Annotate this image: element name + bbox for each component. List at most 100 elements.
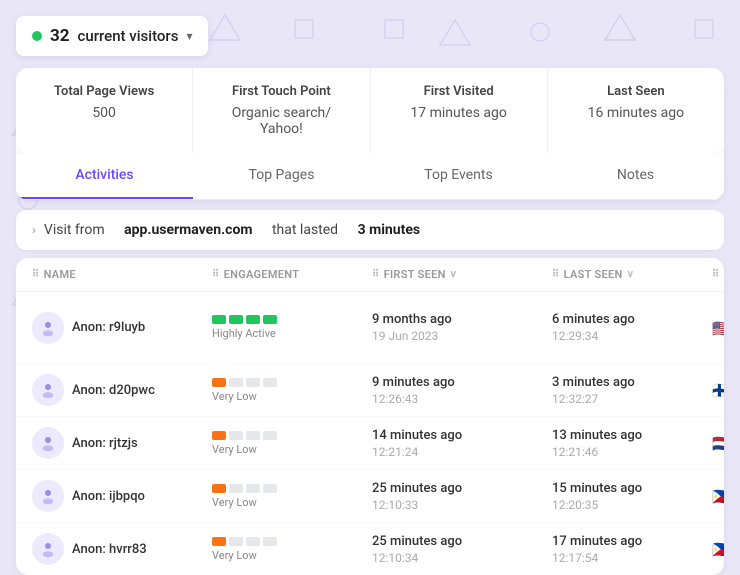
stat-value-last-seen: 16 minutes ago bbox=[568, 105, 704, 121]
country-flag: 🇵🇭 bbox=[712, 489, 724, 503]
visit-middle: that lasted bbox=[272, 222, 338, 238]
stat-label-first-visited: First Visited bbox=[391, 84, 527, 99]
tab-activities[interactable]: Activities bbox=[16, 153, 193, 199]
last-seen-absolute: 12:21:46 bbox=[552, 445, 712, 459]
country-flag: 🇵🇭 bbox=[712, 542, 724, 556]
stat-total-page-views: Total Page Views 500 bbox=[16, 68, 193, 153]
first-seen-relative: 25 minutes ago bbox=[372, 534, 552, 549]
last-seen-relative: 6 minutes ago bbox=[552, 312, 712, 327]
avatar-anon-ijbpqo bbox=[32, 480, 64, 512]
stat-first-visited: First Visited 17 minutes ago bbox=[371, 68, 548, 153]
cell-engagement-anon-hvrr83: Very Low bbox=[212, 537, 372, 562]
stats-row: Total Page Views 500 First Touch Point O… bbox=[16, 68, 724, 153]
visit-duration: 3 minutes bbox=[358, 222, 421, 238]
sort-arrow-last-seen: ∨ bbox=[627, 269, 635, 280]
table-body: Anon: r9luyb Highly Active 9 months ago … bbox=[16, 292, 724, 575]
bar-1 bbox=[212, 431, 226, 440]
visitors-badge[interactable]: 32 current visitors ▾ bbox=[16, 16, 208, 56]
users-table: ⠿ NAME ⠿ ENGAGEMENT ⠿ FIRST SEEN ∨ ⠿ LAS… bbox=[16, 258, 724, 575]
first-seen-absolute: 12:26:43 bbox=[372, 392, 552, 406]
stat-value-page-views: 500 bbox=[36, 105, 172, 121]
bar-4 bbox=[263, 484, 277, 493]
last-seen-relative: 17 minutes ago bbox=[552, 534, 712, 549]
bar-2 bbox=[229, 378, 243, 387]
last-seen-absolute: 12:17:54 bbox=[552, 551, 712, 565]
first-seen-absolute: 12:10:33 bbox=[372, 498, 552, 512]
avatar-anon-rjtzjs bbox=[32, 427, 64, 459]
cell-first-seen-anon-hvrr83: 25 minutes ago 12:10:34 bbox=[372, 534, 552, 565]
avatar-anon-r9luyb bbox=[32, 312, 64, 344]
last-seen-relative: 3 minutes ago bbox=[552, 375, 712, 390]
engagement-label: Very Low bbox=[212, 443, 372, 456]
bar-1 bbox=[212, 537, 226, 546]
bar-3 bbox=[246, 378, 260, 387]
table-row[interactable]: Anon: r9luyb Highly Active 9 months ago … bbox=[16, 292, 724, 364]
visitor-count: 32 bbox=[50, 26, 70, 46]
bar-4 bbox=[263, 315, 277, 324]
tab-top-pages[interactable]: Top Pages bbox=[193, 153, 370, 199]
cell-last-seen-anon-ijbpqo: 15 minutes ago 12:20:35 bbox=[552, 481, 712, 512]
visit-prefix: Visit from bbox=[44, 222, 105, 238]
cell-location-anon-r9luyb: 🇺🇸 San Diego USA bbox=[712, 302, 724, 353]
table-row[interactable]: Anon: ijbpqo Very Low 25 minutes ago 12:… bbox=[16, 470, 724, 523]
bar-3 bbox=[246, 431, 260, 440]
chevron-down-icon: ▾ bbox=[186, 29, 192, 43]
chevron-right-icon: › bbox=[32, 223, 36, 238]
engagement-bars bbox=[212, 537, 372, 546]
stat-value-first-visited: 17 minutes ago bbox=[391, 105, 527, 121]
bar-3 bbox=[246, 484, 260, 493]
user-name: Anon: rjtzjs bbox=[72, 436, 138, 451]
bar-3 bbox=[246, 537, 260, 546]
th-first-seen[interactable]: ⠿ FIRST SEEN ∨ bbox=[372, 268, 552, 281]
table-row[interactable]: Anon: d20pwc Very Low 9 minutes ago 12:2… bbox=[16, 364, 724, 417]
grid-icon-location: ⠿ bbox=[712, 269, 720, 280]
table-row[interactable]: Anon: hvrr83 Very Low 25 minutes ago 12:… bbox=[16, 523, 724, 575]
country-flag: 🇫🇮 bbox=[712, 383, 724, 397]
first-seen-relative: 25 minutes ago bbox=[372, 481, 552, 496]
cell-engagement-anon-r9luyb: Highly Active bbox=[212, 315, 372, 340]
cell-engagement-anon-ijbpqo: Very Low bbox=[212, 484, 372, 509]
th-engagement: ⠿ ENGAGEMENT bbox=[212, 268, 372, 281]
engagement-bars bbox=[212, 484, 372, 493]
th-last-seen[interactable]: ⠿ LAST SEEN ∨ bbox=[552, 268, 712, 281]
first-seen-absolute: 12:10:34 bbox=[372, 551, 552, 565]
last-seen-absolute: 12:32:27 bbox=[552, 392, 712, 406]
cell-first-seen-anon-ijbpqo: 25 minutes ago 12:10:33 bbox=[372, 481, 552, 512]
table-row[interactable]: Anon: rjtzjs Very Low 14 minutes ago 12:… bbox=[16, 417, 724, 470]
sort-arrow-first-seen: ∨ bbox=[450, 269, 458, 280]
first-seen-relative: 9 minutes ago bbox=[372, 375, 552, 390]
user-name: Anon: hvrr83 bbox=[72, 542, 147, 557]
cell-name-anon-r9luyb: Anon: r9luyb bbox=[32, 312, 212, 344]
grid-icon-last-seen: ⠿ bbox=[552, 269, 560, 280]
first-seen-absolute: 12:21:24 bbox=[372, 445, 552, 459]
th-location: ⠿ LOCATION bbox=[712, 268, 724, 281]
top-section: Total Page Views 500 First Touch Point O… bbox=[16, 68, 724, 200]
bar-1 bbox=[212, 315, 226, 324]
cell-location-anon-rjtzjs: 🇳🇱 Amsterdam Netherlands bbox=[712, 427, 724, 459]
cell-name-anon-d20pwc: Anon: d20pwc bbox=[32, 374, 212, 406]
bar-4 bbox=[263, 537, 277, 546]
online-dot bbox=[32, 31, 42, 41]
cell-name-anon-hvrr83: Anon: hvrr83 bbox=[32, 533, 212, 565]
cell-last-seen-anon-rjtzjs: 13 minutes ago 12:21:46 bbox=[552, 428, 712, 459]
first-seen-absolute: 19 Jun 2023 bbox=[372, 329, 552, 343]
cell-location-anon-d20pwc: 🇫🇮 Helsinki Finland bbox=[712, 374, 724, 406]
tab-notes[interactable]: Notes bbox=[547, 153, 724, 199]
tab-top-events[interactable]: Top Events bbox=[370, 153, 547, 199]
bar-2 bbox=[229, 537, 243, 546]
cell-last-seen-anon-d20pwc: 3 minutes ago 12:32:27 bbox=[552, 375, 712, 406]
stat-label-last-seen: Last Seen bbox=[568, 84, 704, 99]
last-seen-absolute: 12:20:35 bbox=[552, 498, 712, 512]
cell-first-seen-anon-d20pwc: 9 minutes ago 12:26:43 bbox=[372, 375, 552, 406]
bar-2 bbox=[229, 431, 243, 440]
stat-label-touch: First Touch Point bbox=[213, 84, 349, 99]
tabs-bar: Activities Top Pages Top Events Notes bbox=[16, 153, 724, 200]
grid-icon-name: ⠿ bbox=[32, 269, 40, 280]
first-seen-relative: 9 months ago bbox=[372, 312, 552, 327]
country-flag: 🇺🇸 bbox=[712, 321, 724, 335]
cell-location-anon-ijbpqo: 🇵🇭 Pasig Philippines bbox=[712, 480, 724, 512]
stat-last-seen: Last Seen 16 minutes ago bbox=[548, 68, 724, 153]
table-header: ⠿ NAME ⠿ ENGAGEMENT ⠿ FIRST SEEN ∨ ⠿ LAS… bbox=[16, 258, 724, 292]
engagement-bars bbox=[212, 431, 372, 440]
bar-4 bbox=[263, 378, 277, 387]
